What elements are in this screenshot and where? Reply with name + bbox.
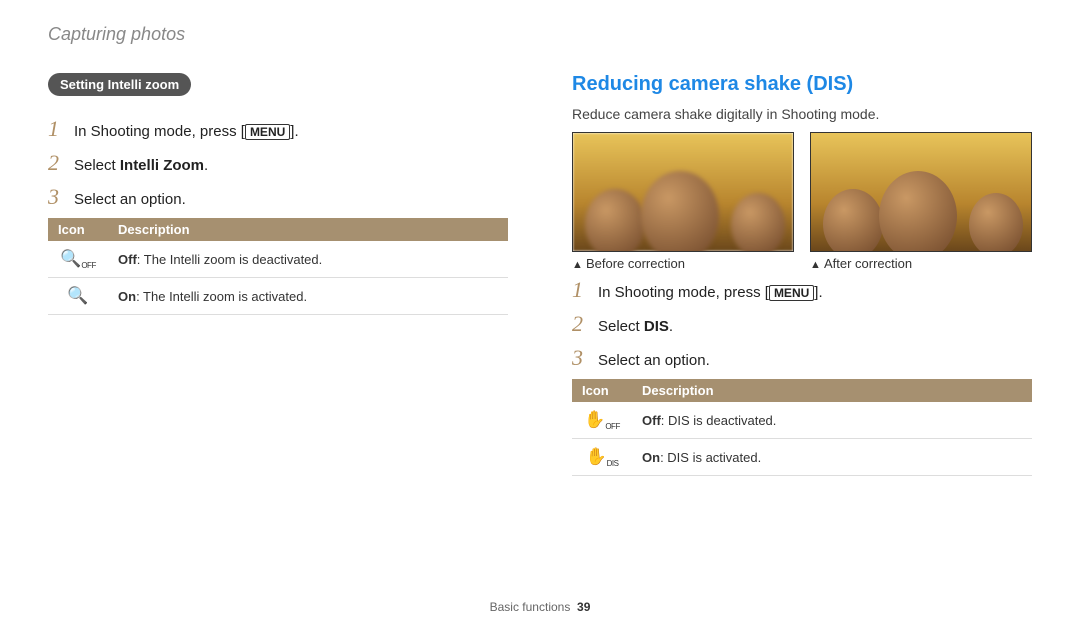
- options-table-left: Icon Description 🔍OFF Off: The Intelli z…: [48, 218, 508, 315]
- step-3: 3 Select an option.: [48, 184, 508, 210]
- step-post: ].: [814, 284, 822, 301]
- caption-before: Before correction: [572, 256, 794, 271]
- step-3: 3 Select an option.: [572, 345, 1032, 371]
- step-number: 3: [48, 184, 64, 210]
- cell-description: Off: DIS is deactivated.: [632, 402, 1032, 439]
- cell-description: On: DIS is activated.: [632, 439, 1032, 476]
- cell-description: On: The Intelli zoom is activated.: [108, 278, 508, 315]
- intelli-zoom-off-icon: 🔍OFF: [48, 241, 108, 278]
- content-columns: Setting Intelli zoom 1 In Shooting mode,…: [48, 73, 1032, 476]
- step-text: Select an option.: [74, 191, 186, 208]
- step-number: 2: [572, 311, 588, 337]
- step-number: 2: [48, 150, 64, 176]
- step-number: 1: [48, 116, 64, 142]
- table-row: ✋OFF Off: DIS is deactivated.: [572, 402, 1032, 439]
- cell-description: Off: The Intelli zoom is deactivated.: [108, 241, 508, 278]
- step-number: 1: [572, 277, 588, 303]
- step-pre: In Shooting mode, press [: [598, 284, 769, 301]
- chapter-title: Capturing photos: [48, 24, 1032, 45]
- th-icon: Icon: [48, 218, 108, 241]
- sample-before: Before correction: [572, 132, 794, 271]
- left-column: Setting Intelli zoom 1 In Shooting mode,…: [48, 73, 508, 476]
- sample-images: Before correction After correction: [572, 132, 1032, 271]
- page-number: 39: [577, 600, 590, 614]
- right-column: Reducing camera shake (DIS) Reduce camer…: [572, 73, 1032, 476]
- footer-section: Basic functions: [490, 600, 571, 614]
- table-row: 🔍 On: The Intelli zoom is activated.: [48, 278, 508, 315]
- step-text: In Shooting mode, press [MENU].: [74, 123, 299, 140]
- subheading-pill: Setting Intelli zoom: [48, 73, 191, 96]
- step-bold: Intelli Zoom: [120, 157, 204, 174]
- table-row: 🔍OFF Off: The Intelli zoom is deactivate…: [48, 241, 508, 278]
- step-text: Select DIS.: [598, 318, 673, 335]
- step-pre: Select: [74, 157, 120, 174]
- section-intro: Reduce camera shake digitally in Shootin…: [572, 106, 1032, 122]
- step-post: .: [204, 157, 208, 174]
- step-pre: In Shooting mode, press [: [74, 123, 245, 140]
- th-description: Description: [108, 218, 508, 241]
- menu-button-icon: MENU: [245, 124, 290, 140]
- sample-after: After correction: [810, 132, 1032, 271]
- step-text: Select Intelli Zoom.: [74, 157, 208, 174]
- step-pre: Select: [598, 318, 644, 335]
- after-correction-image: [810, 132, 1032, 252]
- menu-button-icon: MENU: [769, 285, 814, 301]
- step-text: In Shooting mode, press [MENU].: [598, 284, 823, 301]
- caption-after: After correction: [810, 256, 1032, 271]
- step-2: 2 Select DIS.: [572, 311, 1032, 337]
- step-post: ].: [290, 123, 298, 140]
- section-title: Reducing camera shake (DIS): [572, 73, 1032, 96]
- step-1: 1 In Shooting mode, press [MENU].: [48, 116, 508, 142]
- intelli-zoom-on-icon: 🔍: [48, 278, 108, 315]
- step-1: 1 In Shooting mode, press [MENU].: [572, 277, 1032, 303]
- options-table-right: Icon Description ✋OFF Off: DIS is deacti…: [572, 379, 1032, 476]
- th-icon: Icon: [572, 379, 632, 402]
- step-post: .: [669, 318, 673, 335]
- dis-on-icon: ✋DIS: [572, 439, 632, 476]
- table-row: ✋DIS On: DIS is activated.: [572, 439, 1032, 476]
- dis-off-icon: ✋OFF: [572, 402, 632, 439]
- step-bold: DIS: [644, 318, 669, 335]
- step-number: 3: [572, 345, 588, 371]
- before-correction-image: [572, 132, 794, 252]
- th-description: Description: [632, 379, 1032, 402]
- step-text: Select an option.: [598, 352, 710, 369]
- step-2: 2 Select Intelli Zoom.: [48, 150, 508, 176]
- page-footer: Basic functions 39: [0, 600, 1080, 614]
